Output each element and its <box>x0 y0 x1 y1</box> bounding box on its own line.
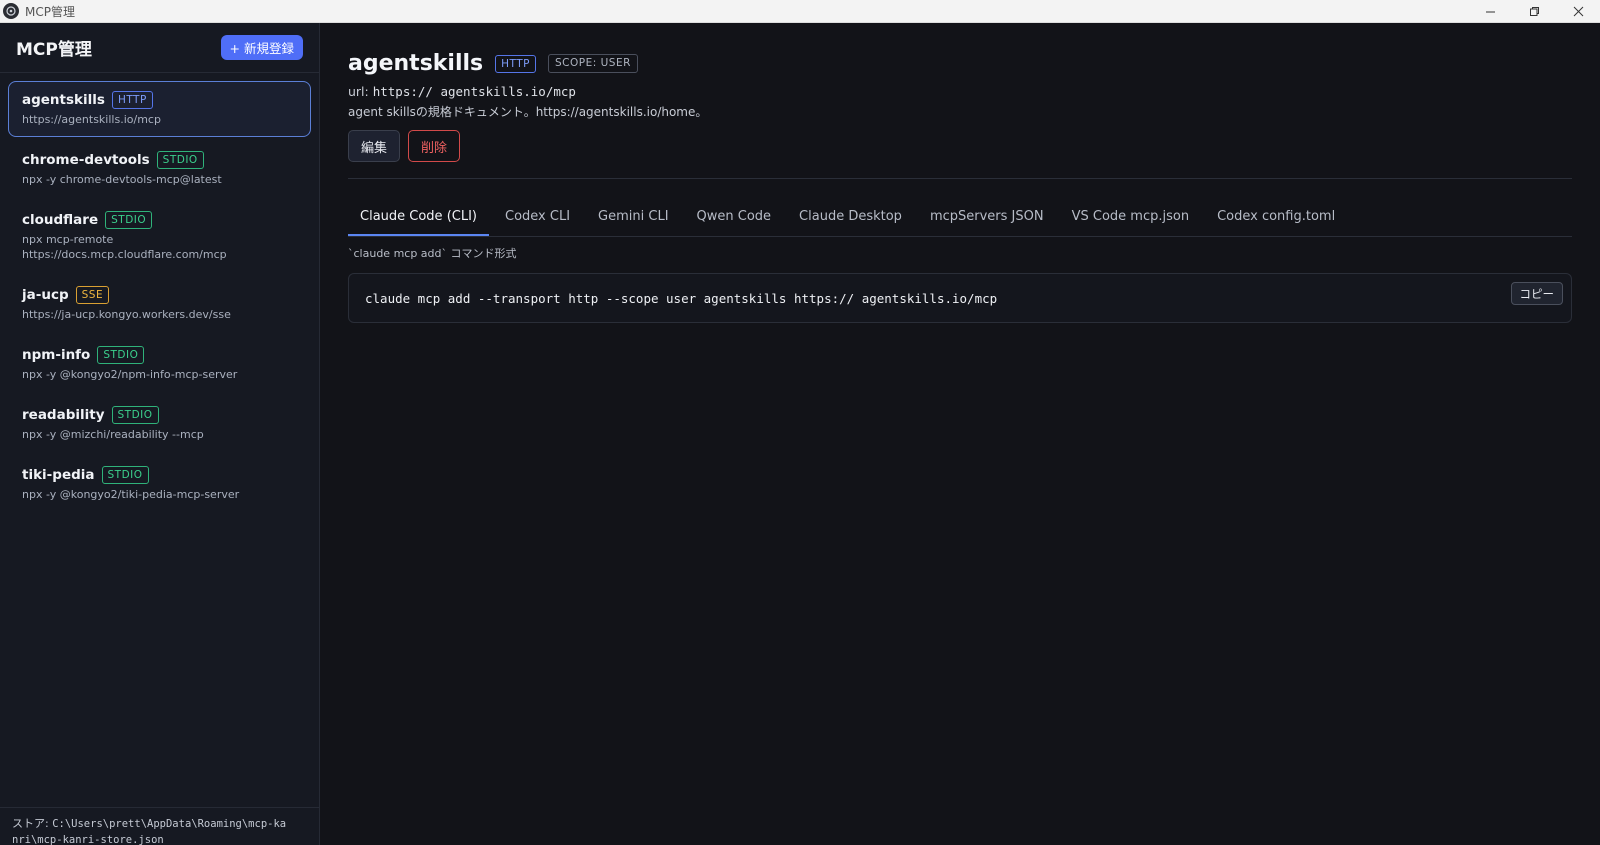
tab-codex-config-toml[interactable]: Codex config.toml <box>1205 197 1347 236</box>
tab-vscode-mcp-json[interactable]: VS Code mcp.json <box>1060 197 1201 236</box>
close-button[interactable] <box>1556 0 1600 23</box>
sidebar: MCP管理 + 新規登録 agentskills HTTP https://ag… <box>0 23 320 845</box>
close-icon <box>1573 6 1583 16</box>
server-name: chrome-devtools <box>22 152 150 168</box>
tab-gemini-cli[interactable]: Gemini CLI <box>586 197 680 236</box>
command-format-hint: `claude mcp add` コマンド形式 <box>348 247 517 260</box>
minimize-button[interactable] <box>1468 0 1512 23</box>
store-label: ストア: <box>12 817 53 830</box>
server-description: agent skillsの規格ドキュメント。https://agentskill… <box>348 105 708 119</box>
server-desc-line: npx mcp-remote <box>22 233 114 246</box>
minimize-icon <box>1485 11 1495 12</box>
server-desc-line: https://docs.mcp.cloudflare.com/mcp <box>22 248 227 261</box>
new-register-button[interactable]: + 新規登録 <box>220 35 303 60</box>
delete-button[interactable]: 削除 <box>408 130 461 162</box>
detail-panel: agentskills HTTP SCOPE: USER url: https:… <box>320 23 1600 845</box>
title-bar: MCP管理 <box>0 0 1600 23</box>
server-item-chrome-devtools[interactable]: chrome-devtools STDIO npx -y chrome-devt… <box>8 141 311 197</box>
edit-button[interactable]: 編集 <box>348 130 401 162</box>
server-desc: https://ja-ucp.kongyo.workers.dev/sse <box>22 308 231 321</box>
server-name: cloudflare <box>22 212 99 228</box>
server-item-agentskills[interactable]: agentskills HTTP https://agentskills.io/… <box>8 81 311 137</box>
store-path-footer: ストア: C:\Users\prett\AppData\Roaming\mcp-… <box>0 807 319 845</box>
url-label: url: <box>348 84 373 99</box>
command-box: claude mcp add --transport http --scope … <box>348 273 1572 323</box>
store-path: C:\Users\prett\AppData\Roaming\mcp-ka <box>52 818 287 830</box>
maximize-button[interactable] <box>1512 0 1556 23</box>
sidebar-title: MCP管理 <box>16 40 92 60</box>
server-item-npm-info[interactable]: npm-info STDIO npx -y @kongyo2/npm-info-… <box>8 336 311 392</box>
divider <box>348 178 1572 179</box>
tab-mcpservers-json[interactable]: mcpServers JSON <box>918 197 1056 236</box>
transport-badge: STDIO <box>156 151 204 169</box>
server-item-ja-ucp[interactable]: ja-ucp SSE https://ja-ucp.kongyo.workers… <box>8 276 311 332</box>
transport-badge: HTTP <box>495 54 537 73</box>
server-desc: npx -y @mizchi/readability --mcp <box>22 428 204 441</box>
server-desc: npx mcp-remote https://docs.mcp.cloudfla… <box>22 232 297 262</box>
server-list: agentskills HTTP https://agentskills.io/… <box>0 73 319 807</box>
server-item-cloudflare[interactable]: cloudflare STDIO npx mcp-remote https://… <box>8 201 311 272</box>
server-item-readability[interactable]: readability STDIO npx -y @mizchi/readabi… <box>8 396 311 452</box>
server-desc: https://agentskills.io/mcp <box>22 113 161 126</box>
server-name: readability <box>22 407 105 423</box>
server-url: https:// agentskills.io/mcp <box>372 84 576 99</box>
app-logo-icon <box>3 3 19 19</box>
scope-badge: SCOPE: USER <box>548 54 638 73</box>
transport-badge: STDIO <box>111 406 159 424</box>
transport-badge: STDIO <box>101 466 149 484</box>
url-line: url: https:// agentskills.io/mcp <box>348 84 1572 99</box>
server-title: agentskills <box>348 51 484 76</box>
format-tabs: Claude Code (CLI) Codex CLI Gemini CLI Q… <box>348 197 1572 237</box>
server-name: npm-info <box>22 347 91 363</box>
server-desc: npx -y @kongyo2/tiki-pedia-mcp-server <box>22 488 240 501</box>
server-desc: npx -y @kongyo2/npm-info-mcp-server <box>22 368 238 381</box>
server-desc: npx -y chrome-devtools-mcp@latest <box>22 173 222 186</box>
tab-qwen-code[interactable]: Qwen Code <box>685 197 784 236</box>
server-name: tiki-pedia <box>22 467 95 483</box>
command-text[interactable]: claude mcp add --transport http --scope … <box>365 291 997 306</box>
transport-badge: SSE <box>75 286 110 304</box>
copy-button[interactable]: コピー <box>1510 282 1563 305</box>
sidebar-header: MCP管理 + 新規登録 <box>0 23 319 73</box>
tab-claude-code-cli[interactable]: Claude Code (CLI) <box>348 197 489 236</box>
server-item-tiki-pedia[interactable]: tiki-pedia STDIO npx -y @kongyo2/tiki-pe… <box>8 456 311 512</box>
window-title: MCP管理 <box>25 4 75 19</box>
transport-badge: HTTP <box>111 91 153 109</box>
tab-codex-cli[interactable]: Codex CLI <box>493 197 582 236</box>
store-path-cont: nri\mcp-kanri-store.json <box>12 834 164 845</box>
transport-badge: STDIO <box>97 346 145 364</box>
server-name: agentskills <box>22 92 105 108</box>
server-name: ja-ucp <box>22 287 69 303</box>
restore-icon <box>1529 6 1539 16</box>
transport-badge: STDIO <box>105 211 153 229</box>
tab-claude-desktop[interactable]: Claude Desktop <box>787 197 914 236</box>
